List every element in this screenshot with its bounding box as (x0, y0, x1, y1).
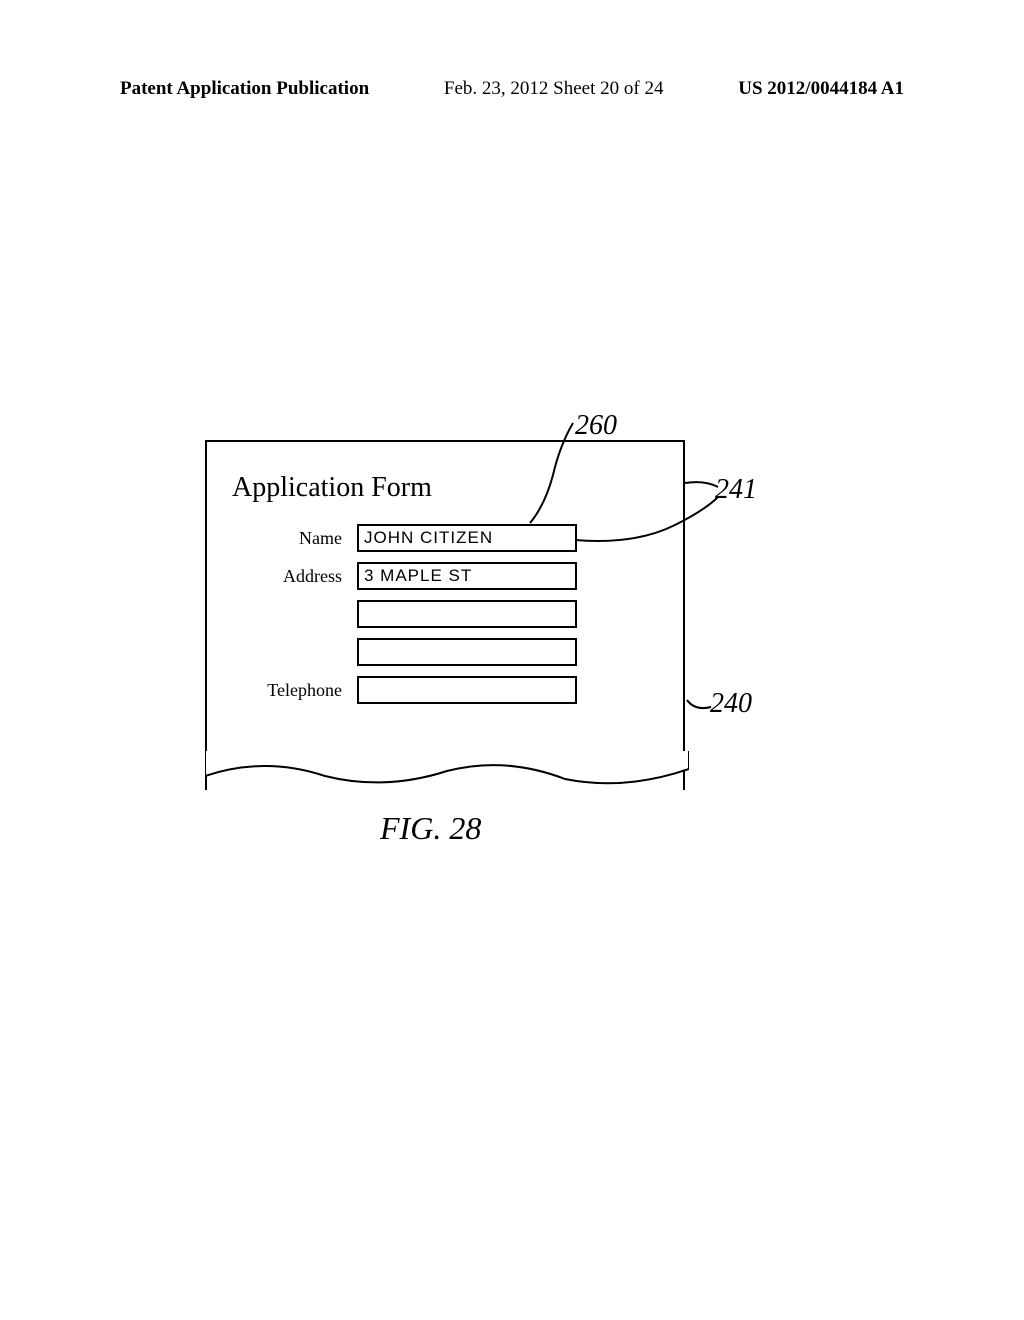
form-row-address3 (247, 638, 577, 666)
form-title: Application Form (232, 472, 432, 504)
paper-sheet: Application Form Name JOHN CITIZEN Addre… (205, 440, 685, 790)
form-row-address: Address 3 MAPLE ST (247, 562, 577, 590)
address3-field[interactable] (357, 638, 577, 666)
address-label: Address (247, 566, 342, 587)
telephone-label: Telephone (247, 680, 342, 701)
torn-edge (205, 751, 689, 791)
header-date-sheet: Feb. 23, 2012 Sheet 20 of 24 (444, 78, 664, 100)
form-row-telephone: Telephone (247, 676, 577, 704)
callout-241: 241 (715, 474, 757, 506)
callout-240: 240 (710, 688, 752, 720)
header-pub-number: US 2012/0044184 A1 (738, 78, 904, 100)
name-label: Name (247, 528, 342, 549)
telephone-field[interactable] (357, 676, 577, 704)
form-row-name: Name JOHN CITIZEN (247, 524, 577, 552)
page-header: Patent Application Publication Feb. 23, … (0, 78, 1024, 100)
callout-260: 260 (575, 410, 617, 442)
address-field[interactable]: 3 MAPLE ST (357, 562, 577, 590)
figure-container: Application Form Name JOHN CITIZEN Addre… (205, 440, 685, 790)
form-row-address2 (247, 600, 577, 628)
header-publication: Patent Application Publication (120, 78, 369, 100)
name-field[interactable]: JOHN CITIZEN (357, 524, 577, 552)
figure-caption: FIG. 28 (380, 810, 481, 847)
address2-field[interactable] (357, 600, 577, 628)
